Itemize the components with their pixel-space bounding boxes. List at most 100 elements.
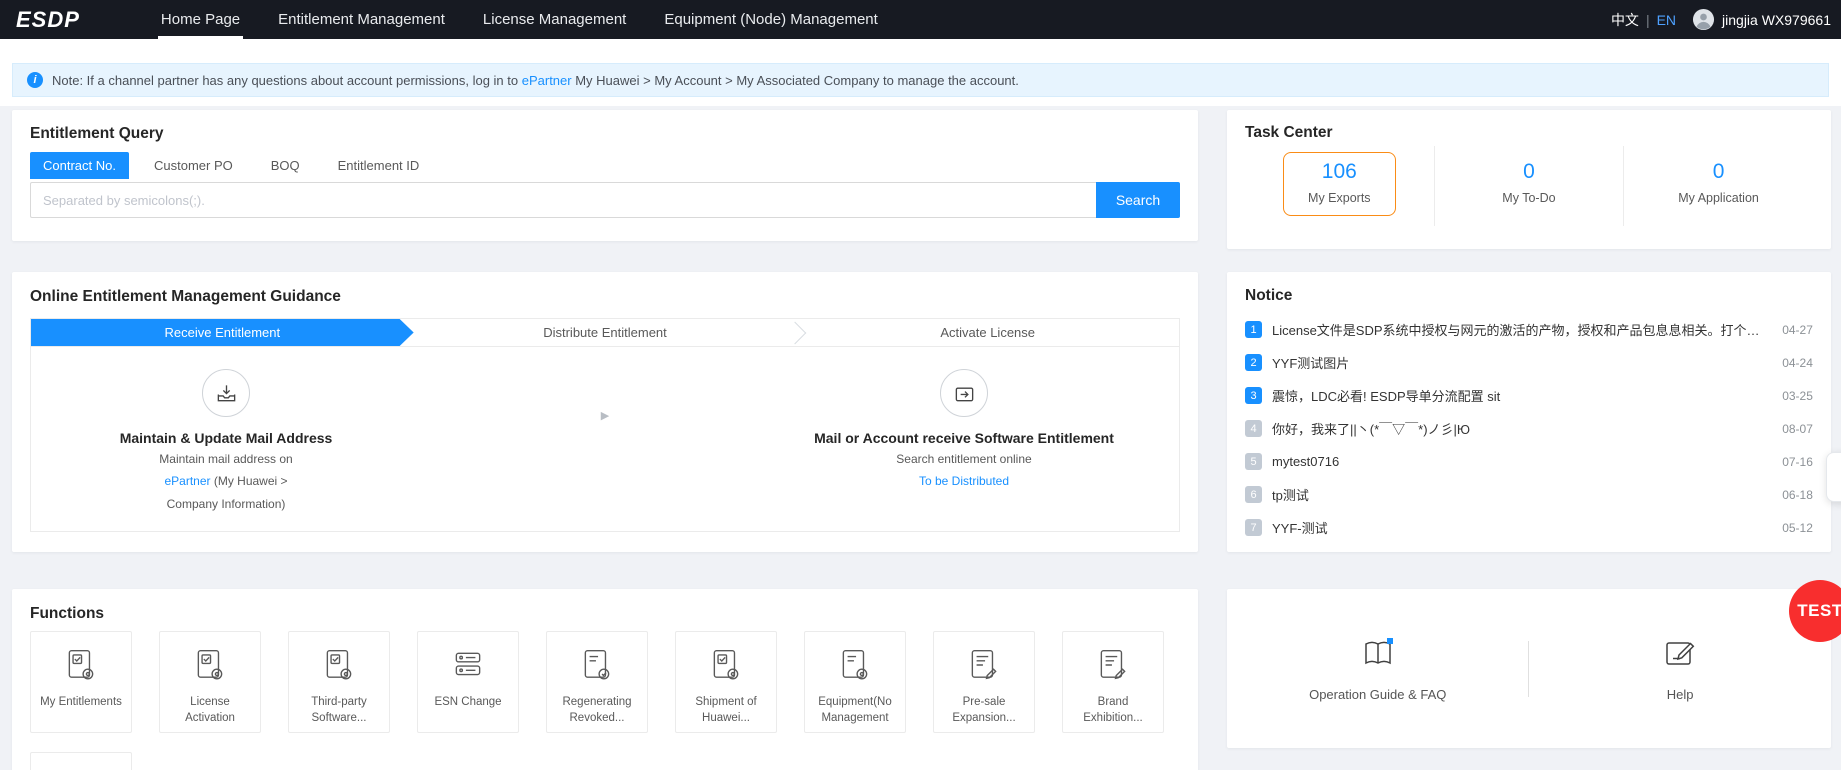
notice-title: Notice: [1245, 287, 1813, 305]
shipment-icon: [708, 647, 744, 688]
task-center-title: Task Center: [1245, 124, 1813, 142]
notice-item-7[interactable]: 7 YYF-测试 05-12: [1245, 511, 1813, 544]
esdp-home-page: ESDP Home Page Entitlement Management Li…: [0, 0, 1841, 770]
epartner-link-guide[interactable]: ePartner: [164, 474, 210, 488]
notice-number-badge: 2: [1245, 354, 1262, 371]
help-icon: [1662, 635, 1698, 676]
my-todo-box[interactable]: 0 My To-Do: [1477, 152, 1580, 216]
regenerate-revoked-icon: [579, 647, 615, 688]
tab-entitlement-id[interactable]: Entitlement ID: [325, 152, 433, 179]
function-third-party-software[interactable]: Third-party Software...: [288, 631, 390, 733]
stat-my-todo: 0 My To-Do: [1434, 146, 1624, 226]
lang-divider: |: [1646, 12, 1650, 28]
function-presale-expansion[interactable]: Pre-sale Expansion...: [933, 631, 1035, 733]
step-activate-license[interactable]: Activate License: [796, 319, 1179, 346]
my-entitlements-icon: [63, 647, 99, 688]
maintain-mail-line1: Maintain mail address on: [159, 451, 292, 468]
user-avatar-icon[interactable]: [1692, 8, 1715, 31]
top-nav: ESDP Home Page Entitlement Management Li…: [0, 0, 1841, 39]
floating-side-widget[interactable]: [1826, 452, 1841, 502]
maintain-mail-line3: Company Information): [167, 496, 286, 513]
lang-switch-en[interactable]: EN: [1657, 12, 1676, 28]
function-esn-change[interactable]: ESN Change: [417, 631, 519, 733]
epartner-link[interactable]: ePartner: [522, 73, 572, 88]
nav-entitlement-management[interactable]: Entitlement Management: [259, 0, 464, 39]
banner-text: Note: If a channel partner has any quest…: [52, 73, 1019, 88]
function-tile-partial[interactable]: [30, 752, 132, 770]
notice-number-badge: 5: [1245, 453, 1262, 470]
presale-expansion-icon: [966, 647, 1002, 688]
notice-number-badge: 6: [1245, 486, 1262, 503]
my-todo-label: My To-Do: [1502, 191, 1555, 205]
my-todo-count: 0: [1523, 160, 1535, 184]
guidance-title: Online Entitlement Management Guidance: [30, 288, 1180, 306]
notice-number-badge: 3: [1245, 387, 1262, 404]
query-tabs: Contract No. Customer PO BOQ Entitlement…: [30, 152, 1180, 179]
guidance-body: Maintain & Update Mail Address Maintain …: [31, 347, 1179, 513]
my-exports-count: 106: [1322, 160, 1357, 184]
notice-list: 1 License文件是SDP系统中授权与网元的激活的产物，授权和产品包息息相关…: [1245, 313, 1813, 544]
lang-switch-zh[interactable]: 中文: [1611, 10, 1639, 30]
esdp-logo[interactable]: ESDP: [16, 7, 80, 33]
brand-exhibition-icon: [1095, 647, 1131, 688]
functions-grid: My Entitlements License Activation Third…: [30, 631, 1180, 770]
maintain-mail-block: Maintain & Update Mail Address Maintain …: [61, 369, 391, 513]
nav-home-page[interactable]: Home Page: [142, 0, 259, 39]
guidance-steps: Receive Entitlement Distribute Entitleme…: [31, 319, 1179, 347]
functions-title: Functions: [30, 605, 1180, 623]
outbox-send-icon: [940, 369, 988, 417]
left-column: Entitlement Query Contract No. Customer …: [12, 110, 1198, 770]
banner-strip: i Note: If a channel partner has any que…: [0, 39, 1841, 106]
function-brand-exhibition[interactable]: Brand Exhibition...: [1062, 631, 1164, 733]
guidance-card: Online Entitlement Management Guidance R…: [12, 272, 1198, 552]
tab-customer-po[interactable]: Customer PO: [141, 152, 246, 179]
third-party-software-icon: [321, 647, 357, 688]
function-license-activation[interactable]: License Activation: [159, 631, 261, 733]
nav-license-management[interactable]: License Management: [464, 0, 645, 39]
maintain-mail-line2: ePartner (My Huawei >: [164, 473, 287, 490]
notice-number-badge: 1: [1245, 321, 1262, 338]
to-be-distributed-line: To be Distributed: [919, 473, 1009, 490]
to-be-distributed-link[interactable]: To be Distributed: [919, 474, 1009, 488]
notice-item-1[interactable]: 1 License文件是SDP系统中授权与网元的激活的产物，授权和产品包息息相关…: [1245, 313, 1813, 346]
search-button[interactable]: Search: [1096, 182, 1180, 218]
stat-my-exports: 106 My Exports: [1245, 146, 1434, 226]
step-receive-entitlement[interactable]: Receive Entitlement: [31, 319, 414, 346]
my-application-box[interactable]: 0 My Application: [1653, 152, 1784, 216]
notice-item-4[interactable]: 4 你好，我来了||丶(*￣▽￣*)ノ彡|Ю 08-07: [1245, 412, 1813, 445]
main-nav: Home Page Entitlement Management License…: [142, 0, 897, 39]
my-exports-box[interactable]: 106 My Exports: [1283, 152, 1396, 216]
help-link[interactable]: Help: [1529, 635, 1830, 702]
step-distribute-entitlement[interactable]: Distribute Entitlement: [414, 319, 797, 346]
notice-number-badge: 4: [1245, 420, 1262, 437]
my-exports-label: My Exports: [1308, 191, 1371, 205]
task-center-card: Task Center 106 My Exports 0 My To-Do: [1227, 110, 1831, 249]
receive-entitlement-block: Mail or Account receive Software Entitle…: [749, 369, 1179, 513]
help-card: Operation Guide & FAQ Help: [1227, 589, 1831, 748]
info-icon: i: [27, 72, 43, 88]
nav-equipment-node-management[interactable]: Equipment (Node) Management: [645, 0, 896, 39]
function-equipment-management[interactable]: Equipment(No Management: [804, 631, 906, 733]
task-stats: 106 My Exports 0 My To-Do 0 My App: [1245, 146, 1813, 226]
guidance-box: Receive Entitlement Distribute Entitleme…: [30, 318, 1180, 532]
my-application-count: 0: [1713, 160, 1725, 184]
my-application-label: My Application: [1678, 191, 1759, 205]
notice-item-5[interactable]: 5 mytest0716 07-16: [1245, 445, 1813, 478]
tab-contract-no[interactable]: Contract No.: [30, 152, 129, 179]
flow-arrow-icon: ▶: [601, 409, 609, 422]
notice-number-badge: 7: [1245, 519, 1262, 536]
entitlement-query-title: Entitlement Query: [30, 125, 1180, 143]
username[interactable]: jingjia WX979661: [1722, 12, 1831, 28]
notice-item-2[interactable]: 2 YYF测试图片 04-24: [1245, 346, 1813, 379]
tab-boq[interactable]: BOQ: [258, 152, 313, 179]
notice-item-3[interactable]: 3 震惊，LDC必看! ESDP导单分流配置 sit 03-25: [1245, 379, 1813, 412]
query-input[interactable]: [30, 182, 1096, 218]
operation-guide-link[interactable]: Operation Guide & FAQ: [1227, 635, 1528, 702]
function-my-entitlements[interactable]: My Entitlements: [30, 631, 132, 733]
notice-card: Notice 1 License文件是SDP系统中授权与网元的激活的产物，授权和…: [1227, 272, 1831, 552]
function-shipment-of-huawei[interactable]: Shipment of Huawei...: [675, 631, 777, 733]
notice-item-6[interactable]: 6 tp测试 06-18: [1245, 478, 1813, 511]
search-row: Search: [30, 182, 1180, 218]
function-regenerating-revoked[interactable]: Regenerating Revoked...: [546, 631, 648, 733]
inbox-download-icon: [202, 369, 250, 417]
